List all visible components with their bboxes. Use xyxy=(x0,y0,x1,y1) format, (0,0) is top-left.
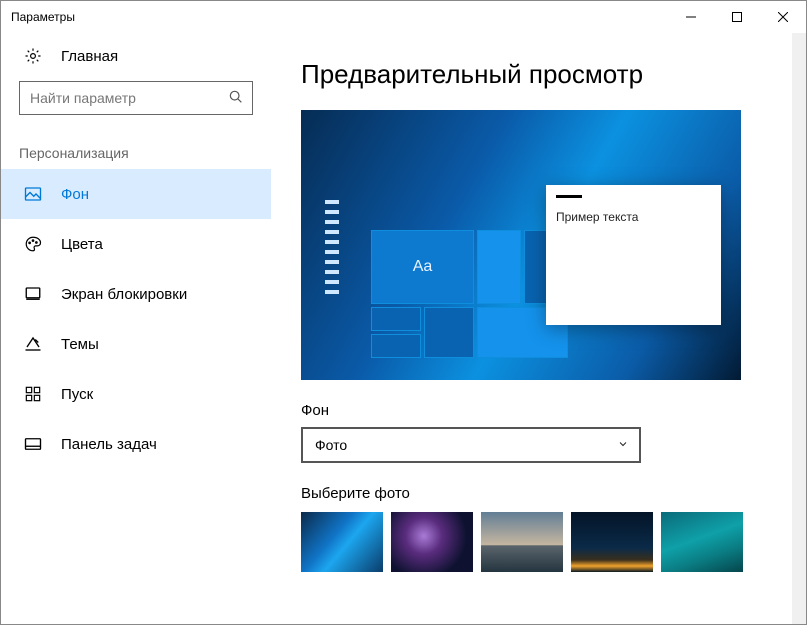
photo-thumb-4[interactable] xyxy=(571,512,653,572)
photo-thumbnails xyxy=(301,512,766,572)
sidebar-item-background[interactable]: Фон xyxy=(1,169,271,219)
select-value: Фото xyxy=(315,437,347,453)
home-button[interactable]: Главная xyxy=(1,33,271,79)
search-icon xyxy=(228,89,244,108)
start-icon xyxy=(23,384,43,404)
close-button[interactable] xyxy=(760,1,806,33)
sidebar-item-label: Экран блокировки xyxy=(61,286,187,303)
search-box[interactable] xyxy=(19,81,253,115)
sidebar-item-label: Панель задач xyxy=(61,436,157,453)
lockscreen-icon xyxy=(23,284,43,304)
background-section-label: Фон xyxy=(301,402,766,419)
preview-taskbar xyxy=(325,200,341,362)
sidebar-item-label: Пуск xyxy=(61,386,93,403)
window-title: Параметры xyxy=(11,10,75,24)
preview-sample-window: Пример текста xyxy=(546,185,721,325)
choose-photo-label: Выберите фото xyxy=(301,485,766,502)
photo-thumb-3[interactable] xyxy=(481,512,563,572)
taskbar-icon xyxy=(23,434,43,454)
preview-box: Aa Пример текста xyxy=(301,110,741,380)
sidebar-item-lockscreen[interactable]: Экран блокировки xyxy=(1,269,271,319)
main-panel: Предварительный просмотр Aa xyxy=(271,33,806,624)
home-label: Главная xyxy=(61,48,118,65)
palette-icon xyxy=(23,234,43,254)
window-controls xyxy=(668,1,806,33)
preview-start-tiles: Aa xyxy=(371,230,561,365)
sidebar: Главная Персонализация Фон xyxy=(1,33,271,624)
search-input[interactable] xyxy=(30,90,228,106)
sidebar-item-themes[interactable]: Темы xyxy=(1,319,271,369)
maximize-button[interactable] xyxy=(714,1,760,33)
titlebar: Параметры xyxy=(1,1,806,33)
background-type-select[interactable]: Фото xyxy=(301,427,641,463)
preview-aa-tile: Aa xyxy=(371,230,474,304)
preview-heading: Предварительный просмотр xyxy=(301,59,766,90)
picture-icon xyxy=(23,184,43,204)
sidebar-item-label: Цвета xyxy=(61,236,103,253)
photo-thumb-5[interactable] xyxy=(661,512,743,572)
search-container xyxy=(1,79,271,125)
sidebar-item-label: Фон xyxy=(61,186,89,203)
photo-thumb-2[interactable] xyxy=(391,512,473,572)
minimize-button[interactable] xyxy=(668,1,714,33)
themes-icon xyxy=(23,334,43,354)
sidebar-item-taskbar[interactable]: Панель задач xyxy=(1,419,271,469)
app-body: Главная Персонализация Фон xyxy=(1,33,806,624)
gear-icon xyxy=(23,47,43,65)
scrollbar[interactable] xyxy=(792,33,806,624)
chevron-down-icon xyxy=(617,438,629,453)
sidebar-item-start[interactable]: Пуск xyxy=(1,369,271,419)
sidebar-item-label: Темы xyxy=(61,336,99,353)
preview-sample-text: Пример текста xyxy=(556,210,711,224)
sidebar-category-label: Персонализация xyxy=(1,125,271,169)
photo-thumb-1[interactable] xyxy=(301,512,383,572)
sidebar-item-colors[interactable]: Цвета xyxy=(1,219,271,269)
